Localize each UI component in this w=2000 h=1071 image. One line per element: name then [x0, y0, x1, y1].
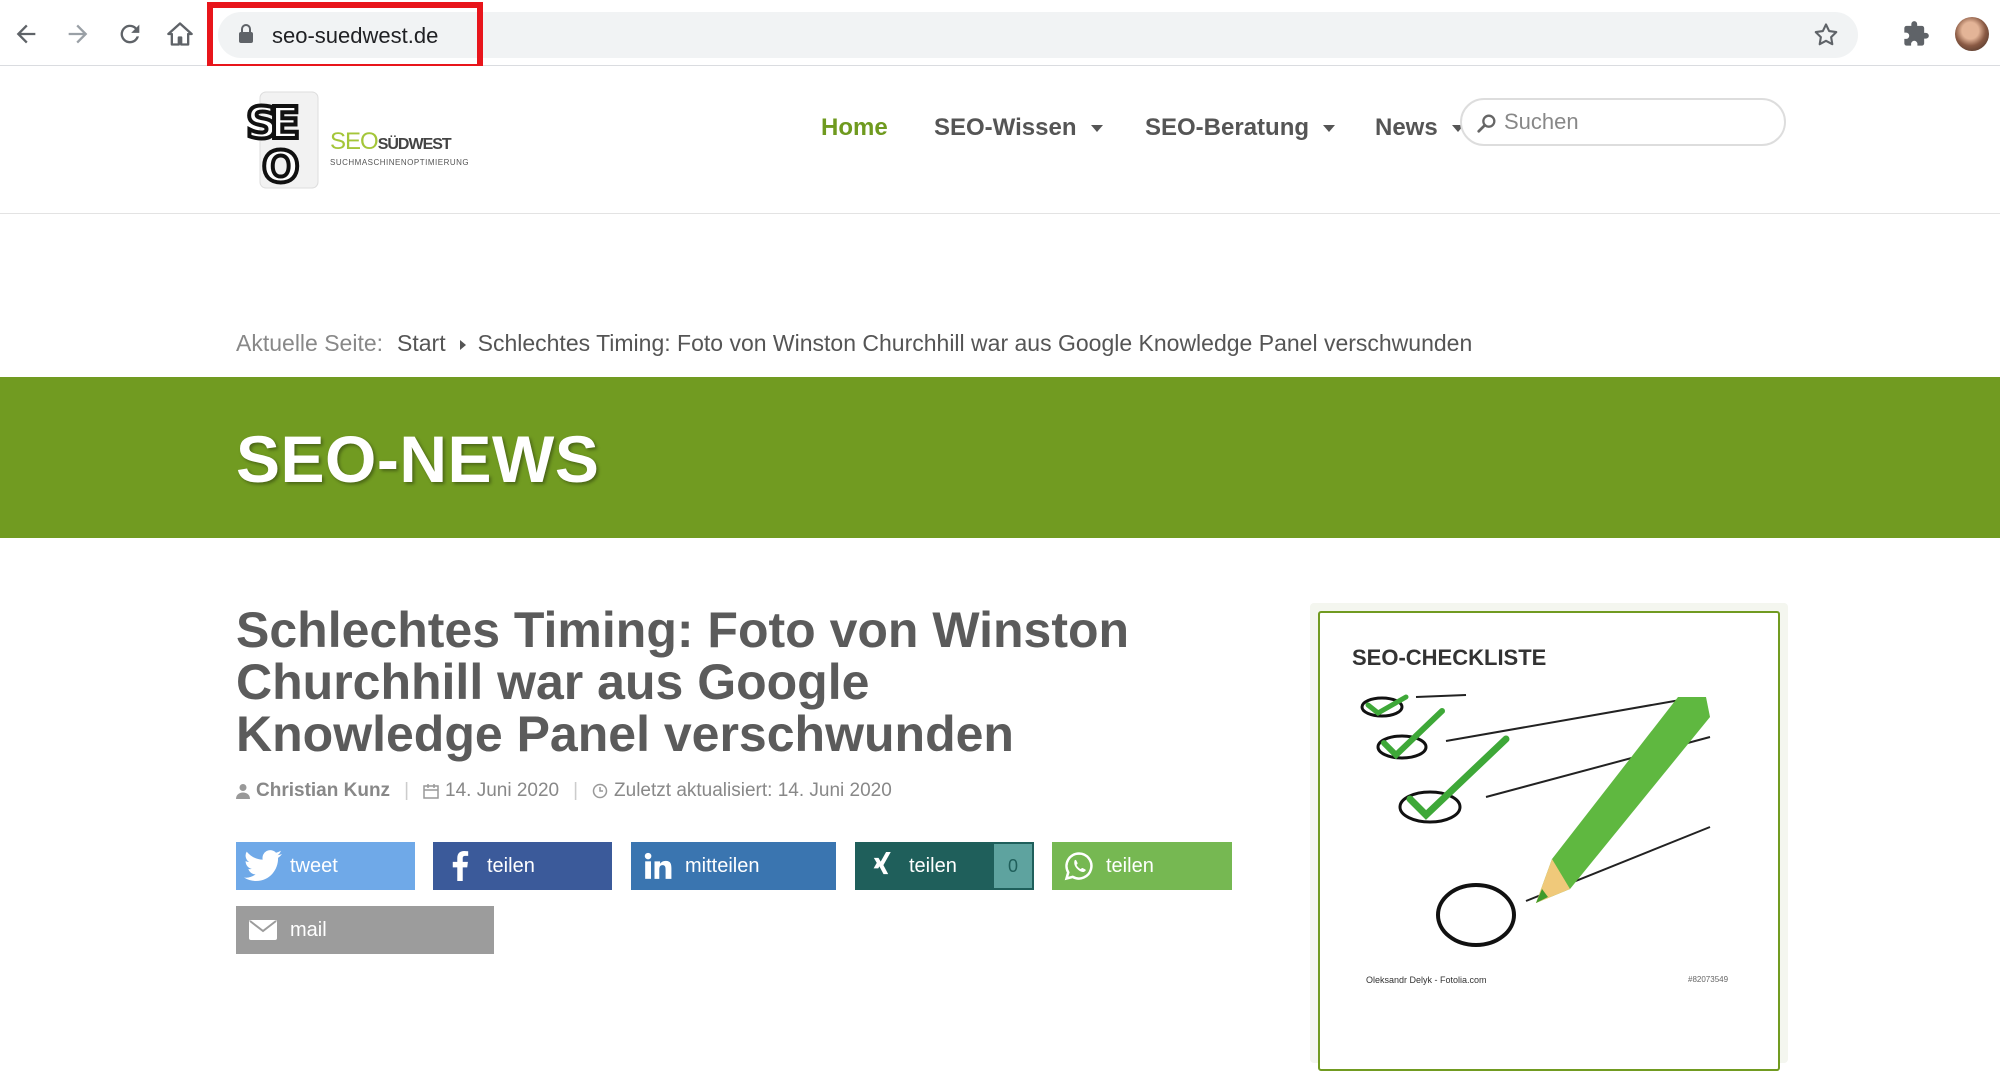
updated-date: Zuletzt aktualisiert: 14. Juni 2020 — [614, 780, 892, 801]
author-link[interactable]: Christian Kunz — [256, 780, 390, 802]
logo-wordmark: SEOSÜDWEST — [330, 128, 452, 155]
clock-icon — [592, 783, 608, 799]
logo-tagline: SUCHMASCHINENOPTIMIERUNG — [330, 158, 470, 167]
nav-home[interactable]: Home — [821, 106, 888, 150]
search-input[interactable] — [1504, 108, 1774, 136]
whatsapp-icon — [1064, 852, 1093, 881]
reload-icon — [120, 24, 140, 44]
nav-seo-wissen[interactable]: SEO-Wissen — [934, 106, 1103, 150]
back-button[interactable] — [6, 14, 46, 54]
star-icon[interactable] — [1812, 21, 1840, 49]
breadcrumb-start-link[interactable]: Start — [397, 330, 446, 356]
user-icon — [236, 784, 250, 799]
publish-date: 14. Juni 2020 — [445, 780, 560, 801]
meta-separator: | — [404, 780, 409, 801]
article-meta: Christian Kunz | 14. Juni 2020 | Zuletzt… — [236, 780, 892, 802]
share-whatsapp-label: teilen — [1106, 854, 1154, 877]
image-id: #82073549 — [1688, 975, 1729, 984]
share-xing-button[interactable]: teilen 0 — [855, 842, 1034, 890]
puzzle-icon[interactable] — [1902, 20, 1930, 48]
caret-down-icon — [1323, 124, 1336, 132]
search-icon — [1477, 114, 1496, 133]
facebook-icon — [452, 851, 469, 881]
image-credit: Oleksandr Delyk - Fotolia.com — [1366, 975, 1487, 985]
arrow-right-icon — [68, 24, 88, 44]
arrow-left-icon — [16, 24, 36, 44]
profile-avatar[interactable] — [1955, 17, 1989, 51]
checklist-pencil-image — [1360, 694, 1711, 947]
svg-text:O: O — [262, 142, 299, 193]
share-xing-count: 0 — [994, 844, 1032, 888]
reload-button[interactable] — [110, 14, 150, 54]
section-banner: SEO-NEWS — [0, 377, 2000, 538]
share-facebook-label: teilen — [487, 854, 535, 877]
share-xing-label: teilen — [909, 854, 957, 877]
share-mail-button[interactable]: mail — [236, 906, 494, 954]
widget-title: SEO-CHECKLISTE — [1352, 645, 1547, 670]
envelope-icon — [249, 920, 277, 940]
triangle-right-icon — [459, 339, 466, 350]
url-highlight-box — [207, 2, 483, 70]
share-linkedin-label: mitteilen — [685, 854, 760, 877]
article-title: Schlechtes Timing: Foto von Winston Chur… — [236, 602, 1130, 762]
breadcrumb: Aktuelle Seite: Start Schlechtes Timing: F… — [236, 330, 1472, 357]
linkedin-icon — [644, 852, 672, 879]
caret-down-icon — [1090, 124, 1103, 132]
breadcrumb-label: Aktuelle Seite: — [236, 330, 384, 356]
site-header: S E O SEOSÜDWEST SUCHMASCHINENOPTIMIERUN… — [0, 66, 2000, 214]
xing-icon — [873, 852, 891, 875]
share-twitter-button[interactable]: tweet — [236, 842, 415, 890]
meta-separator: | — [573, 780, 579, 801]
share-whatsapp-button[interactable]: teilen — [1052, 842, 1232, 890]
share-twitter-label: tweet — [290, 854, 338, 877]
home-button[interactable] — [160, 14, 200, 54]
seo-checklist-widget[interactable]: SEO-CHECKLISTE Oleksandr Delyk - Fotolia… — [1318, 611, 1780, 1071]
seo-logo-mark-icon: S E O — [244, 91, 319, 195]
forward-button[interactable] — [58, 14, 98, 54]
home-icon — [167, 22, 193, 46]
breadcrumb-current: Schlechtes Timing: Foto von Winston Chur… — [477, 330, 1473, 356]
share-linkedin-button[interactable]: mitteilen — [631, 842, 836, 890]
twitter-icon — [244, 850, 282, 882]
calendar-icon — [423, 784, 439, 799]
share-mail-label: mail — [290, 918, 327, 941]
search-box[interactable] — [1460, 98, 1786, 146]
browser-toolbar: seo-suedwest.de — [0, 0, 2000, 70]
section-title: SEO-NEWS — [236, 422, 600, 496]
nav-news[interactable]: News — [1375, 106, 1464, 150]
share-facebook-button[interactable]: teilen — [433, 842, 612, 890]
site-logo[interactable]: S E O SEOSÜDWEST SUCHMASCHINENOPTIMIERUN… — [240, 86, 480, 196]
nav-seo-beratung[interactable]: SEO-Beratung — [1145, 106, 1336, 150]
